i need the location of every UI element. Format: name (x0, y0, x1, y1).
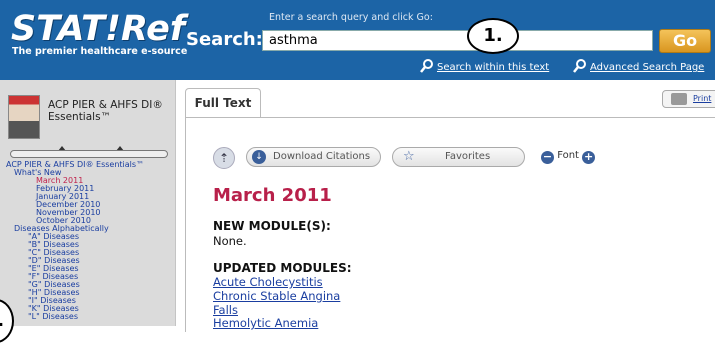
toc-scrollbar[interactable] (10, 150, 168, 158)
module-link[interactable]: Hemolytic Anemia (213, 316, 318, 330)
new-modules-heading: NEW MODULE(S): (213, 219, 331, 233)
advanced-search-link[interactable]: Advanced Search Page (573, 59, 704, 73)
logo-tagline: The premier healthcare e-source (12, 46, 188, 57)
module-link[interactable]: Falls (213, 303, 238, 317)
font-label: Font (557, 150, 579, 161)
download-icon: ↓ (252, 150, 266, 164)
search-hint: Enter a search query and click Go: (269, 12, 433, 23)
back-to-top-icon[interactable]: ⇡ (213, 147, 235, 169)
magnifier-icon (420, 59, 433, 73)
magnifier-icon (573, 59, 586, 73)
book-cover-icon (8, 95, 40, 139)
star-icon: ☆ (403, 149, 415, 164)
printer-icon (671, 93, 687, 105)
font-increase-icon[interactable]: + (582, 151, 596, 164)
font-decrease-icon[interactable]: − (541, 151, 554, 164)
book-title[interactable]: ACP PIER & AHFS DI® Essentials™ (48, 99, 163, 123)
tab-full-text[interactable]: Full Text (185, 88, 261, 118)
statref-logo[interactable]: STAT!Ref (11, 12, 185, 47)
search-input[interactable] (262, 30, 653, 51)
page-title: March 2011 (213, 185, 332, 206)
print-button[interactable]: Print (662, 90, 715, 108)
module-link[interactable]: Chronic Stable Angina (213, 289, 340, 303)
book-title-line2: Essentials™ (48, 111, 112, 123)
print-label: Print (693, 94, 712, 103)
font-size-control: − Font + (541, 150, 596, 164)
search-label: Search: (186, 29, 263, 50)
go-button[interactable]: Go (659, 29, 711, 53)
book-title-line1: ACP PIER & AHFS DI® (48, 99, 163, 111)
search-within-link[interactable]: Search within this text (420, 59, 549, 73)
toc-tree: ACP PIER & AHFS DI® Essentials™ What's N… (6, 161, 144, 321)
download-citations-button[interactable]: ↓ Download Citations (246, 147, 381, 167)
updated-modules-heading: UPDATED MODULES: (213, 261, 352, 275)
download-citations-label: Download Citations (273, 151, 371, 162)
header-bar: STAT!Ref The premier healthcare e-source… (0, 0, 715, 80)
callout-1: 1. (467, 18, 519, 54)
new-modules-body: None. (213, 234, 247, 248)
sidebar: ACP PIER & AHFS DI® Essentials™ ACP PIER… (0, 80, 176, 343)
search-within-label: Search within this text (437, 62, 550, 73)
module-link[interactable]: Acute Cholecystitis (213, 275, 323, 289)
toc-item[interactable]: "L" Diseases (6, 313, 144, 321)
favorites-label: Favorites (445, 151, 491, 162)
favorites-button[interactable]: ☆ Favorites (392, 147, 525, 167)
advanced-search-label: Advanced Search Page (590, 62, 705, 73)
